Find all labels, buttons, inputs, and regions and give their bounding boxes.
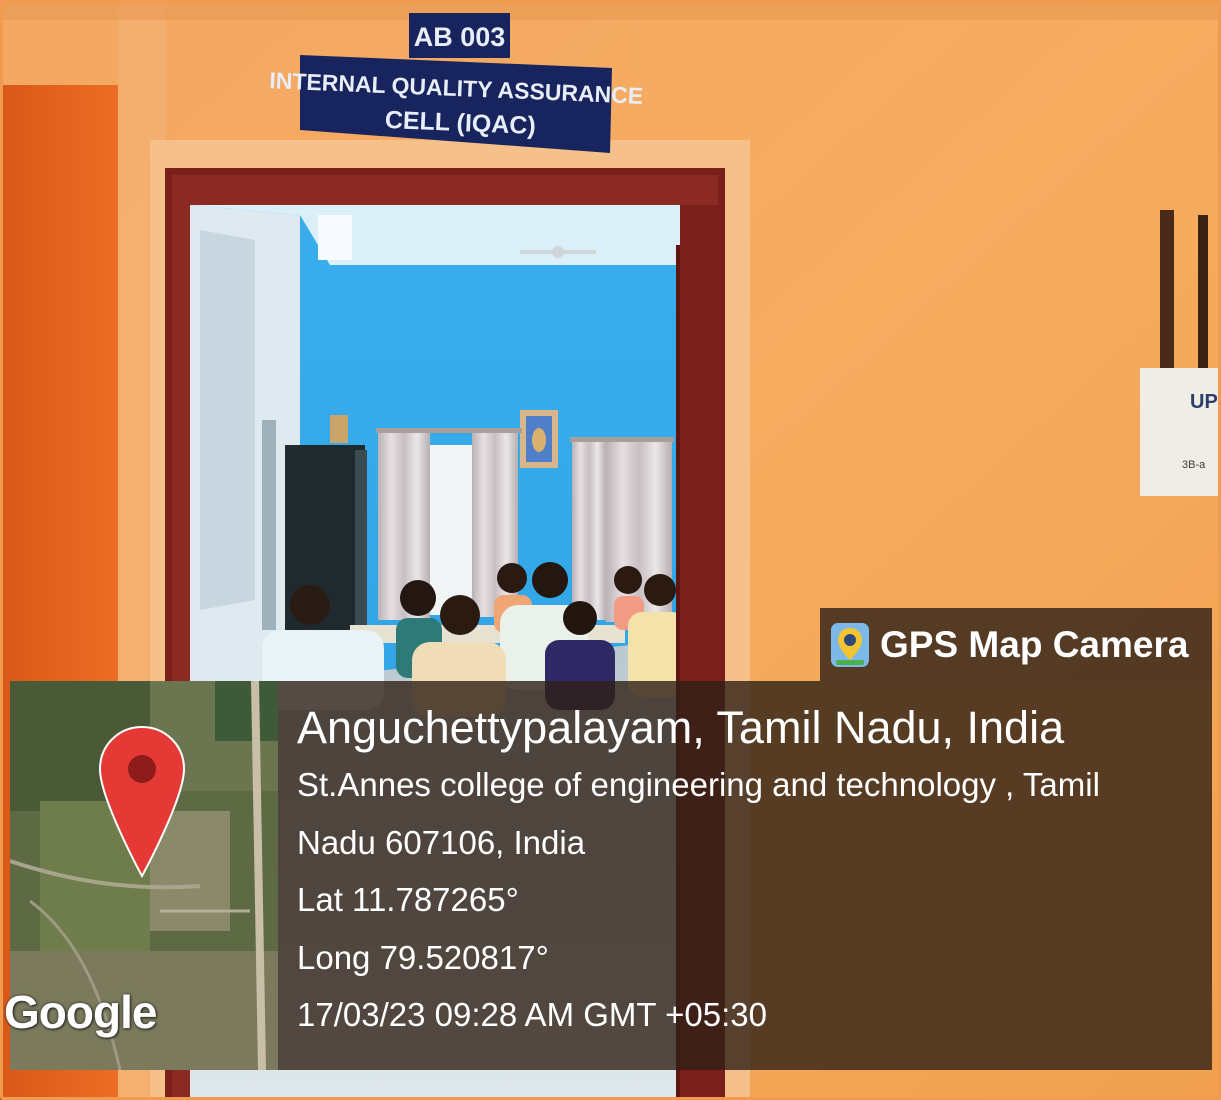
address-line-1: St.Annes college of engineering and tech…: [297, 766, 1100, 803]
gps-map-camera-badge: GPS Map Camera: [820, 608, 1212, 681]
address-line-2: Nadu 607106, India: [297, 823, 586, 861]
location-details: Anguchettypalayam, Tamil Nadu, India St.…: [297, 700, 1197, 1044]
box-label: UP: [1190, 391, 1218, 413]
google-attribution: Google: [4, 986, 157, 1038]
map-pin-camera-icon: [831, 622, 869, 667]
date-time: 17/03/23 09:28 AM GMT +05:30: [297, 996, 767, 1033]
place-name: Anguchettypalayam, Tamil Nadu, India: [297, 702, 1065, 753]
room-number-sign: AB 003: [409, 13, 510, 58]
app-name: GPS Map Camera: [880, 623, 1189, 665]
room-number-text: AB 003: [414, 22, 506, 52]
latitude: Lat 11.787265°: [297, 881, 519, 918]
longitude: Long 79.520817°: [297, 938, 549, 976]
box-small-text: 3B-a: [1182, 459, 1206, 471]
